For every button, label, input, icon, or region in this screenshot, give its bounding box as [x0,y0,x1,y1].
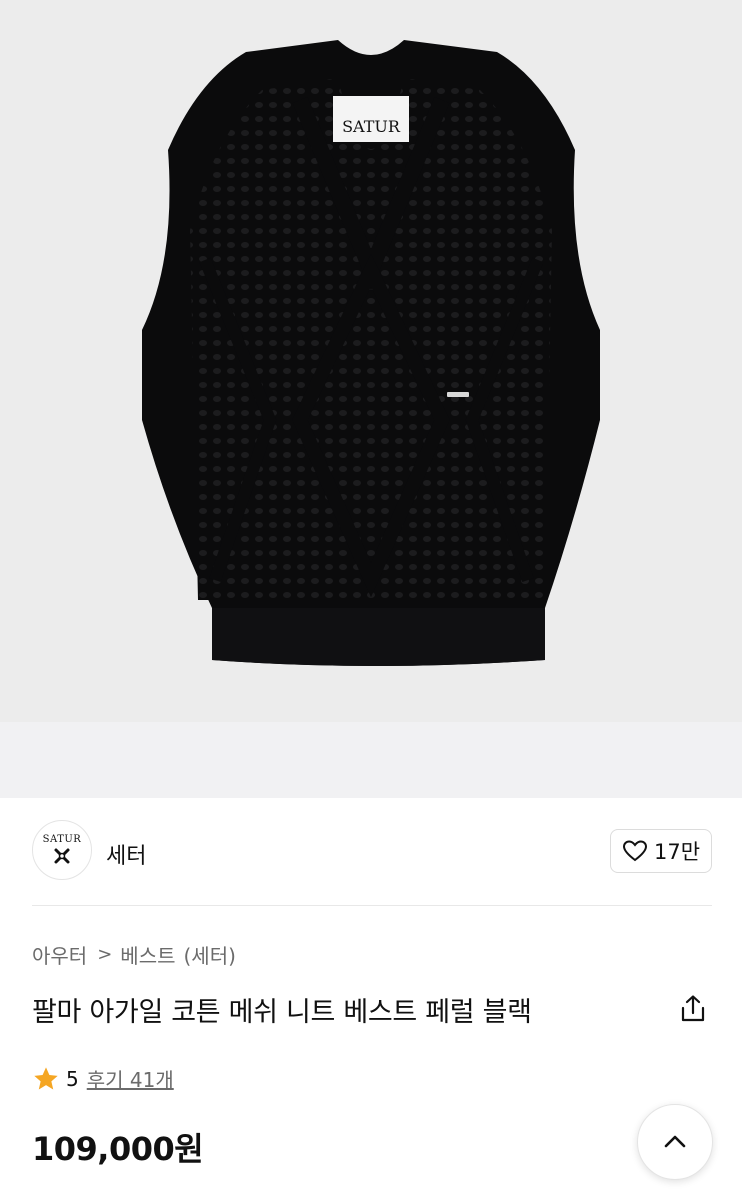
breadcrumb: 아우터 > 베스트 (세터) [32,940,236,969]
knit-vest-image: SATUR [142,40,600,666]
share-icon [681,995,705,1022]
brand-name[interactable]: 세터 [106,838,146,870]
section-divider [32,905,712,906]
scroll-top-button[interactable] [637,1104,713,1180]
brand-logo-text: SATUR [42,834,82,845]
rating-row: 5 후기 41개 [32,1064,174,1093]
breadcrumb-brand[interactable]: (세터) [184,940,236,969]
like-count: 17만 [653,840,701,864]
heart-outline-icon [622,840,647,862]
product-price: 109,000원 [32,1130,204,1168]
breadcrumb-category[interactable]: 아우터 [32,940,87,969]
chevron-up-icon [664,1135,686,1148]
image-bottom-band [0,722,742,798]
breadcrumb-separator: > [97,944,113,965]
like-button[interactable]: 17만 [610,829,712,873]
brand-logo[interactable]: SATUR [32,820,92,880]
product-image[interactable]: SATUR [0,0,742,798]
share-button[interactable] [676,992,710,1026]
rating-score: 5 [66,1066,79,1091]
star-icon [34,1066,58,1089]
brand-row: SATUR 세터 17만 [32,820,712,882]
breadcrumb-subcategory[interactable]: 베스트 [120,940,175,969]
garment-label-text: SATUR [342,117,401,136]
brand-emblem-icon [54,848,70,864]
product-title: 팔마 아가일 코튼 메쉬 니트 베스트 페럴 블랙 [32,997,532,1028]
reviews-link[interactable]: 후기 41개 [87,1064,174,1093]
